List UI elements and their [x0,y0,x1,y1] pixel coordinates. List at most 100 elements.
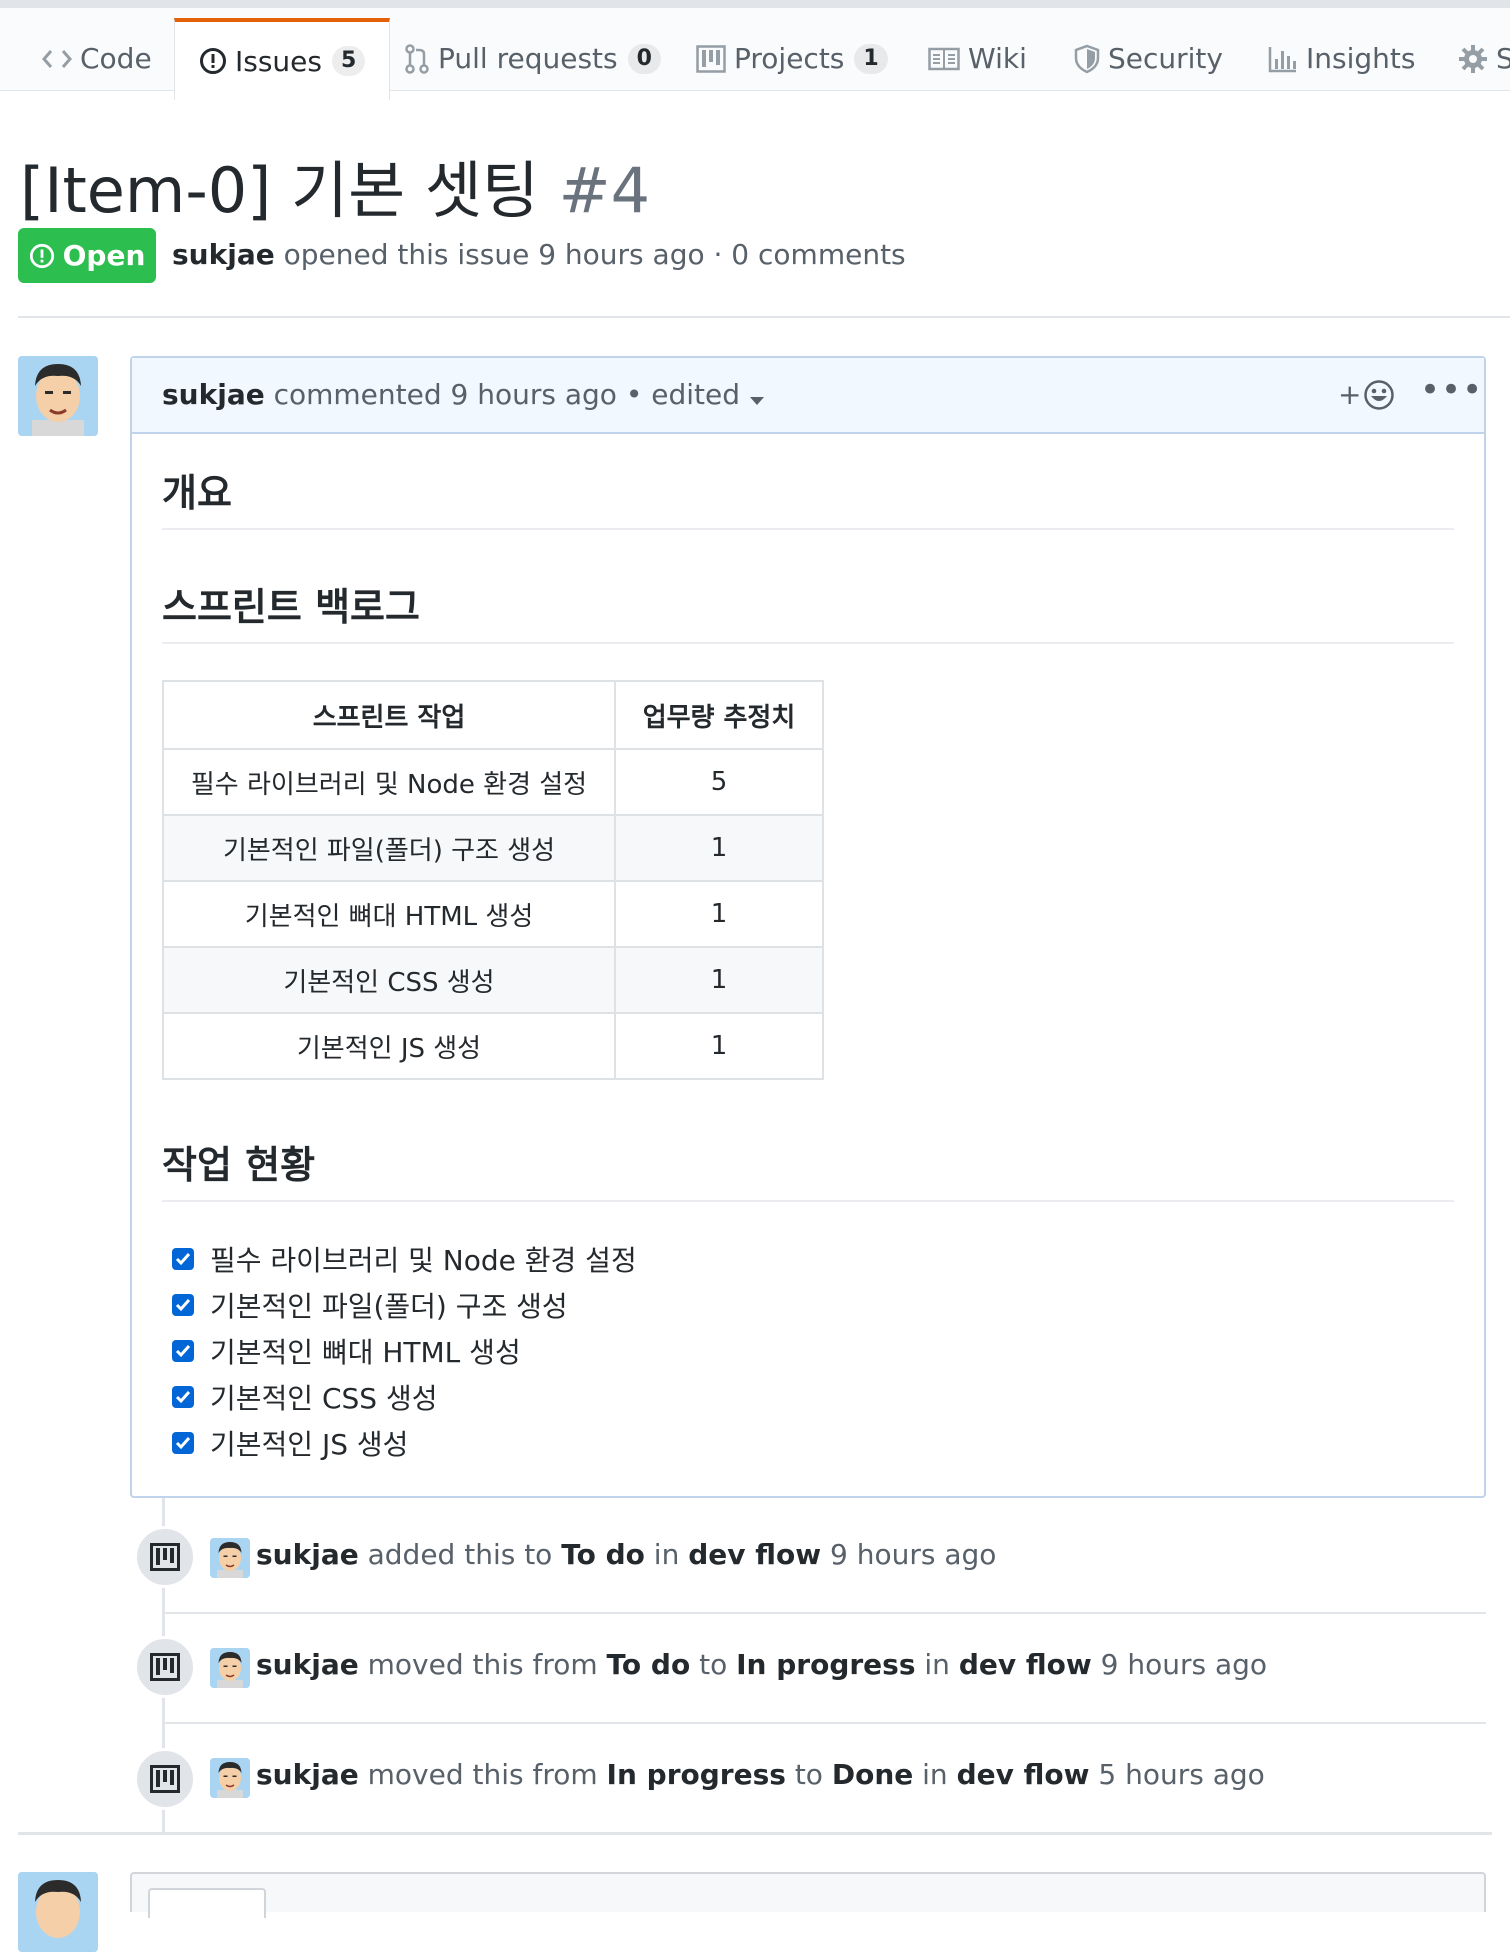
add-reaction-button[interactable]: + [1338,378,1395,411]
table-row: 기본적인 파일(폴더) 구조 생성 1 [162,814,824,882]
tab-security-label: Security [1108,42,1223,75]
avatar[interactable] [18,1872,98,1952]
comment-edited-dropdown[interactable]: • edited [626,378,765,411]
issue-meta: sukjae opened this issue 9 hours ago · 0… [172,238,906,271]
heading-overview: 개요 [162,471,232,515]
gear-icon [1458,44,1488,74]
tab-projects[interactable]: Projects 1 [696,18,888,99]
header-divider [18,316,1510,318]
heading-rule [162,642,1454,644]
task-checkbox[interactable] [172,1386,194,1408]
comment-author-link[interactable]: sukjae [162,378,265,411]
timeline-event: sukjae moved this from In progress to Do… [256,1758,1265,1791]
event-user-link[interactable]: sukjae [256,1758,359,1791]
event-timestamp[interactable]: 9 hours ago [1101,1648,1267,1681]
table-cell: 필수 라이브러리 및 Node 환경 설정 [162,748,616,816]
tab-security[interactable]: Security [1074,18,1223,99]
task-checkbox[interactable] [172,1432,194,1454]
event-text: in [653,1538,680,1571]
tab-wiki-label: Wiki [968,42,1027,75]
avatar[interactable] [210,1538,250,1578]
comment-header-text: sukjae commented 9 hours ago • edited [162,378,765,413]
task-label: 기본적인 뼈대 HTML 생성 [210,1336,521,1369]
task-list-item: 기본적인 뼈대 HTML 생성 [172,1328,637,1374]
avatar[interactable] [18,356,98,436]
timeline-separator [164,1612,1486,1614]
task-list-item: 기본적인 JS 생성 [172,1420,637,1466]
timeline-badge [134,1636,196,1698]
tab-wiki[interactable]: Wiki [928,18,1027,99]
tab-projects-label: Projects [734,42,845,75]
issue-meta-text: opened this issue 9 hours ago · 0 commen… [283,238,906,271]
timeline-badge [134,1526,196,1588]
task-label: 기본적인 JS 생성 [210,1428,409,1461]
heading-rule [162,1200,1454,1202]
event-text: in [924,1648,950,1681]
avatar[interactable] [210,1758,250,1798]
issue-state-label: Open [62,239,146,272]
event-timestamp[interactable]: 5 hours ago [1098,1758,1264,1791]
caret-down-icon [749,380,765,413]
table-header-row: 스프린트 작업 업무량 추정치 [162,680,824,750]
new-comment-form [130,1872,1486,1918]
project-icon [150,1543,180,1571]
tab-pull-requests-label: Pull requests [438,42,618,75]
event-user-link[interactable]: sukjae [256,1538,359,1571]
comment-header: sukjae commented 9 hours ago • edited + … [132,358,1484,434]
table-row: 기본적인 뼈대 HTML 생성 1 [162,880,824,948]
event-text: moved this from [367,1758,598,1791]
event-text: added this to [367,1538,553,1571]
event-project-link[interactable]: dev flow [959,1648,1092,1681]
issue-number: #4 [558,154,651,227]
table-row: 기본적인 CSS 생성 1 [162,946,824,1014]
tab-insights-label: Insights [1306,42,1416,75]
tab-code[interactable]: Code [42,18,152,99]
tab-settings[interactable]: S [1458,18,1510,99]
heading-sprint-backlog: 스프린트 백로그 [162,585,420,629]
event-column: To do [561,1538,645,1571]
event-text: in [922,1758,948,1791]
event-project-link[interactable]: dev flow [688,1538,821,1571]
tab-issues[interactable]: Issues 5 [174,18,391,100]
issue-title-text: [Item-0] 기본 셋팅 [20,154,539,227]
event-column: In progress [606,1758,786,1791]
tab-insights[interactable]: Insights [1268,18,1415,99]
event-text: to [699,1648,728,1681]
projects-counter: 1 [854,43,888,74]
tab-issues-label: Issues [235,44,322,78]
tab-pull-requests[interactable]: Pull requests 0 [404,18,661,99]
issue-comment: sukjae commented 9 hours ago • edited + … [130,356,1486,1498]
shield-icon [1074,44,1100,74]
repo-tab-bar: Code Issues 5 Pull requests 0 Projects 1… [0,0,1510,100]
kebab-horizontal-icon[interactable]: ••• [1420,370,1483,410]
table-cell: 기본적인 뼈대 HTML 생성 [162,880,616,948]
timeline-badge [134,1748,196,1810]
smiley-icon [1363,379,1395,411]
task-checkbox[interactable] [172,1248,194,1270]
task-list-item: 기본적인 파일(폴더) 구조 생성 [172,1282,637,1328]
pulls-counter: 0 [627,43,661,74]
tab-settings-label: S [1496,42,1510,75]
table-cell: 1 [614,880,824,948]
table-header-cell: 스프린트 작업 [162,680,616,750]
event-timestamp[interactable]: 9 hours ago [830,1538,996,1571]
table-cell: 기본적인 JS 생성 [162,1012,616,1080]
event-user-link[interactable]: sukjae [256,1648,359,1681]
table-cell: 1 [614,946,824,1014]
event-column: To do [606,1648,691,1681]
task-label: 기본적인 파일(폴더) 구조 생성 [210,1290,568,1323]
comment-timestamp[interactable]: commented 9 hours ago [274,378,617,411]
reaction-plus: + [1338,378,1362,411]
comment-edited-label: • edited [625,378,741,411]
table-row: 필수 라이브러리 및 Node 환경 설정 5 [162,748,824,816]
avatar[interactable] [210,1648,250,1688]
event-project-link[interactable]: dev flow [957,1758,1090,1791]
issues-counter: 5 [332,46,366,76]
task-checkbox[interactable] [172,1294,194,1316]
book-icon [928,47,960,71]
timeline-event: sukjae added this to To do in dev flow 9… [256,1538,996,1571]
tab-write[interactable] [148,1888,266,1918]
task-checkbox[interactable] [172,1340,194,1362]
table-cell: 1 [614,1012,824,1080]
issue-author-link[interactable]: sukjae [172,238,275,271]
